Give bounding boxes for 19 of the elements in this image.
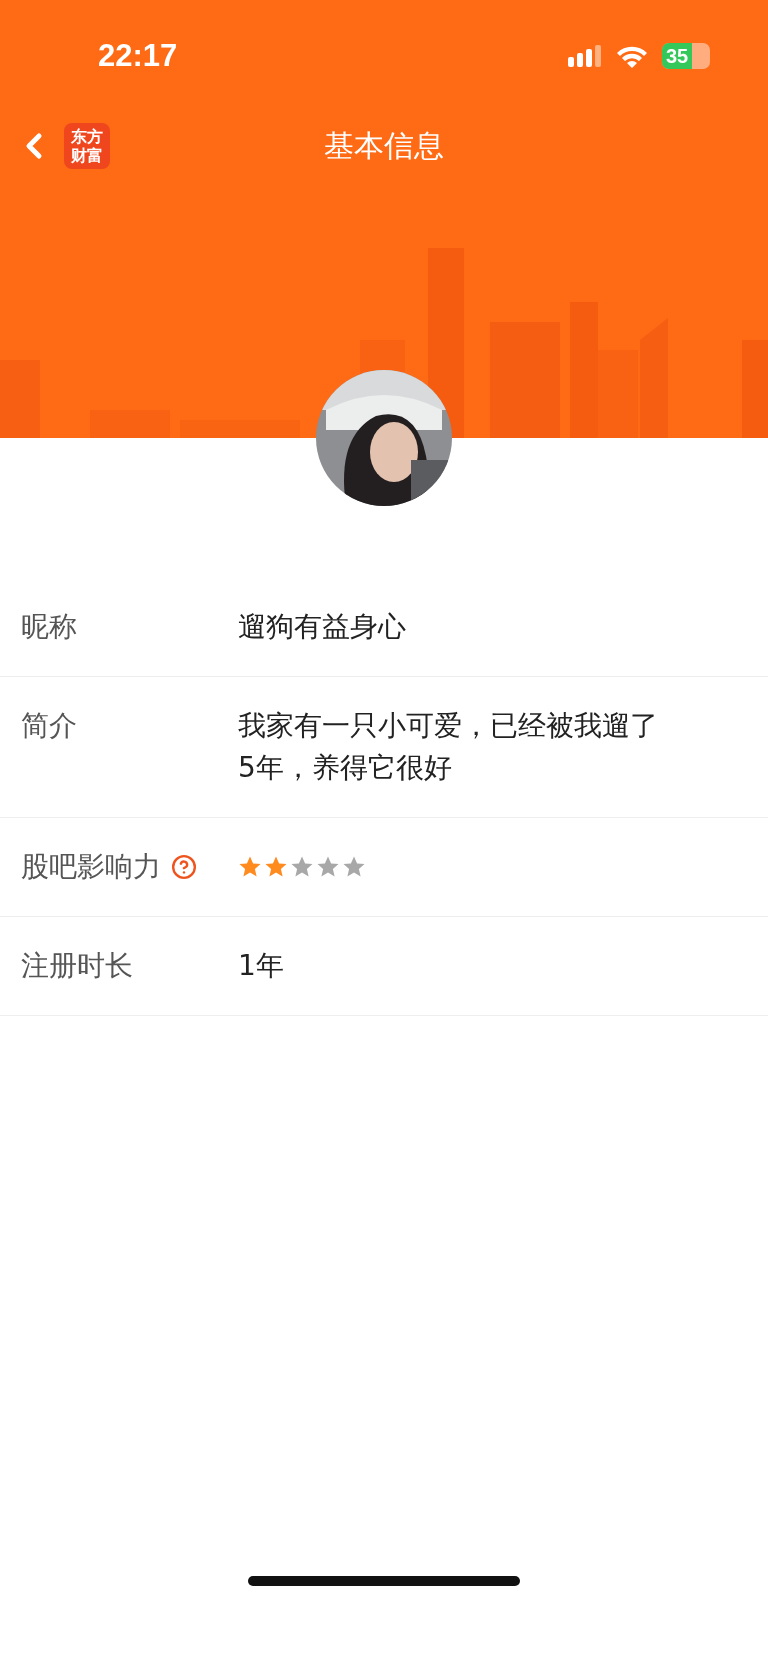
field-value: 1年 [238,948,285,984]
star-icon [290,855,314,879]
star-icon [238,855,262,879]
field-label: 昵称 [21,609,77,645]
wifi-icon [616,44,648,68]
page-title: 基本信息 [324,126,444,165]
star-icon [264,855,288,879]
field-value: 我家有一只小可爱，已经被我遛了5年，养得它很好 [238,708,659,786]
field-label: 注册时长 [21,948,133,984]
help-icon[interactable] [171,854,197,880]
star-icon [342,855,366,879]
app-logo: 东方 财富 [64,123,110,169]
status-time: 22:17 [98,38,178,74]
field-label: 股吧影响力 [21,849,161,885]
signal-icon [568,45,602,67]
field-label: 简介 [21,708,77,744]
star-icon [316,855,340,879]
battery-icon: 35 [662,43,710,69]
field-value: 遛狗有益身心 [238,609,407,645]
